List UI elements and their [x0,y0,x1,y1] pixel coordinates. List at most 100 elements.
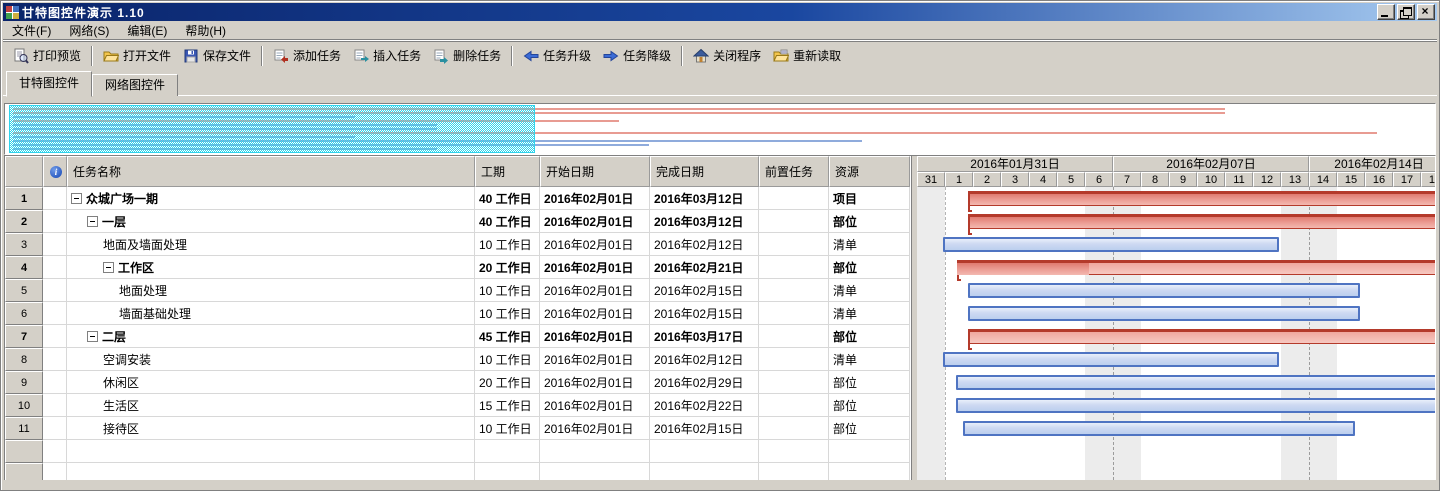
toolbar-button-label: 打开文件 [123,47,171,64]
task-name: 空调安装 [103,351,151,368]
task-start-cell: 2016年02月01日 [540,394,650,417]
save-file-button[interactable]: 保存文件 [177,44,257,67]
summary-bar-row-1[interactable] [968,191,1435,206]
task-bar-row-5[interactable] [968,283,1360,298]
task-row-4[interactable]: 4工作区20 工作日2016年02月01日2016年02月21日部位 [5,256,910,279]
overview-viewport-selection[interactable] [9,105,535,153]
task-resource-cell: 部位 [829,394,910,417]
row-number: 5 [5,279,43,302]
demote-task-button[interactable]: 任务降级 [597,44,677,67]
print-preview-button[interactable]: 打印预览 [7,44,87,67]
task-row-5[interactable]: 5地面处理10 工作日2016年02月01日2016年02月15日清单 [5,279,910,302]
task-name-cell: 接待区 [67,417,475,440]
task-resource-cell: 清单 [829,233,910,256]
task-duration-cell: 15 工作日 [475,394,540,417]
reload-icon [773,48,789,64]
gantt-grid: i任务名称工期开始日期完成日期前置任务资源 1众城广场一期40 工作日2016年… [4,155,1436,486]
task-name: 地面及墙面处理 [103,236,187,253]
tab-gantt[interactable]: 甘特图控件 [6,71,92,97]
row-info-cell [43,233,67,256]
task-bar-row-8[interactable] [943,352,1279,367]
task-bar-row-3[interactable] [943,237,1279,252]
minimize-button[interactable] [1377,4,1395,20]
summary-bar-row-7[interactable] [968,329,1435,344]
task-predecessor-cell [759,371,829,394]
row-number: 10 [5,394,43,417]
task-start-cell: 2016年02月01日 [540,187,650,210]
toolbar-button-label: 保存文件 [203,47,251,64]
close-button[interactable]: × [1417,4,1435,20]
insert-task-icon [353,48,369,64]
task-bar-row-6[interactable] [968,306,1360,321]
row-number: 8 [5,348,43,371]
menu-item-edit[interactable]: 编辑(E) [118,20,176,41]
task-resource-cell: 部位 [829,371,910,394]
empty-cell [759,440,829,463]
reload-button[interactable]: 重新读取 [767,44,847,67]
task-duration-cell: 20 工作日 [475,371,540,394]
empty-cell [540,440,650,463]
add-task-icon [273,48,289,64]
task-row-7[interactable]: 7二层45 工作日2016年02月01日2016年03月17日部位 [5,325,910,348]
window-title: 甘特图控件演示 1.10 [22,4,1377,21]
delete-task-button[interactable]: 删除任务 [427,44,507,67]
task-resource-cell: 部位 [829,325,910,348]
collapse-toggle-icon[interactable] [87,216,98,227]
task-row-6[interactable]: 6墙面基础处理10 工作日2016年02月01日2016年02月15日清单 [5,302,910,325]
column-header-predecessor: 前置任务 [759,156,829,187]
demote-task-icon [603,48,619,64]
row-number: 2 [5,210,43,233]
summary-bar-row-2[interactable] [968,214,1435,229]
open-file-button[interactable]: 打开文件 [97,44,177,67]
row-info-cell [43,417,67,440]
collapse-toggle-icon[interactable] [71,193,82,204]
task-duration-cell: 10 工作日 [475,279,540,302]
collapse-toggle-icon[interactable] [103,262,114,273]
tab-baseline [3,95,1437,96]
task-duration-cell: 40 工作日 [475,210,540,233]
collapse-toggle-icon[interactable] [87,331,98,342]
promote-task-button[interactable]: 任务升级 [517,44,597,67]
task-row-1[interactable]: 1众城广场一期40 工作日2016年02月01日2016年03月12日项目 [5,187,910,210]
restore-button[interactable] [1397,4,1415,20]
task-finish-cell: 2016年02月21日 [650,256,759,279]
task-row-3[interactable]: 3地面及墙面处理10 工作日2016年02月01日2016年02月12日清单 [5,233,910,256]
task-predecessor-cell [759,256,829,279]
task-finish-cell: 2016年03月12日 [650,187,759,210]
row-number: 11 [5,417,43,440]
task-name: 接待区 [103,420,139,437]
empty-row [5,440,910,463]
task-row-8[interactable]: 8空调安装10 工作日2016年02月01日2016年02月12日清单 [5,348,910,371]
bottom-strip [3,480,1437,488]
column-header-start: 开始日期 [540,156,650,187]
task-start-cell: 2016年02月01日 [540,302,650,325]
task-resource-cell: 部位 [829,210,910,233]
timeline-day-header: 8 [1141,172,1169,187]
task-bar-row-11[interactable] [963,421,1355,436]
menu-item-help[interactable]: 帮助(H) [176,20,235,41]
insert-task-button[interactable]: 插入任务 [347,44,427,67]
task-name: 工作区 [118,259,154,276]
task-bar-row-10[interactable] [956,398,1435,413]
task-row-2[interactable]: 2一层40 工作日2016年02月01日2016年03月12日部位 [5,210,910,233]
tab-network[interactable]: 网络图控件 [92,74,178,96]
task-resource-cell: 项目 [829,187,910,210]
task-name-cell: 二层 [67,325,475,348]
row-info-cell [43,210,67,233]
toolbar-button-label: 添加任务 [293,47,341,64]
task-row-11[interactable]: 11接待区10 工作日2016年02月01日2016年02月15日部位 [5,417,910,440]
menu-bar: 文件(F)网络(S)编辑(E)帮助(H) [3,21,1437,40]
add-task-button[interactable]: 添加任务 [267,44,347,67]
task-row-10[interactable]: 10生活区15 工作日2016年02月01日2016年02月22日部位 [5,394,910,417]
weekend-band [917,187,945,485]
task-row-9[interactable]: 9休闲区20 工作日2016年02月01日2016年02月29日部位 [5,371,910,394]
summary-bar-row-4[interactable] [957,260,1435,275]
task-bar-row-9[interactable] [956,375,1435,390]
task-name-cell: 工作区 [67,256,475,279]
gantt-chart: 2016年01月31日311234562016年02月07日7891011121… [917,156,1435,485]
task-name: 墙面基础处理 [119,305,191,322]
menu-item-file[interactable]: 文件(F) [3,20,60,41]
close-app-button[interactable]: 关闭程序 [687,44,767,67]
menu-item-network[interactable]: 网络(S) [60,20,118,41]
task-predecessor-cell [759,187,829,210]
